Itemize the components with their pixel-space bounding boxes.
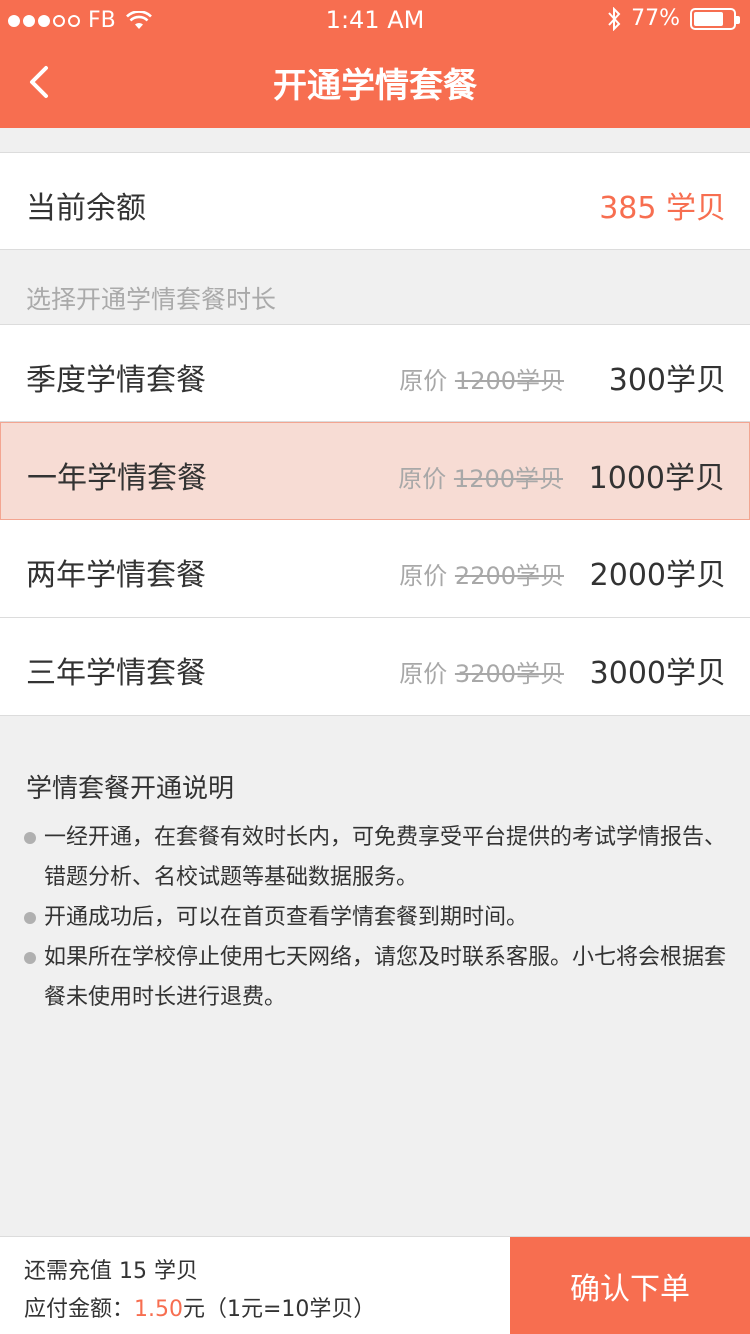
notes-title: 学情套餐开通说明 xyxy=(26,774,235,804)
note-item: 开通成功后，可以在首页查看学情套餐到期时间。 xyxy=(22,898,732,938)
plan-price: 300学贝 xyxy=(608,363,726,398)
recharge-needed-text: 还需充值 15 学贝 xyxy=(24,1259,198,1284)
header-bar: FB 1:41 AM 77% 开通学情套餐 xyxy=(0,0,750,128)
plan-price: 2000学贝 xyxy=(589,558,726,593)
plan-original-price: 原价 2200学贝 xyxy=(399,562,564,590)
plan-option-three-year[interactable]: 三年学情套餐 原价 3200学贝 3000学贝 xyxy=(0,618,750,716)
bullet-dot-icon xyxy=(24,912,36,924)
payment-amount: 应付金额：1.50元（1元=10学贝） xyxy=(24,1297,376,1322)
note-item: 如果所在学校停止使用七天网络，请您及时联系客服。小七将会根据套餐未使用时长进行退… xyxy=(22,938,732,1018)
balance-label: 当前余额 xyxy=(26,191,146,226)
balance-value: 385 学贝 xyxy=(599,191,726,226)
plan-option-two-year[interactable]: 两年学情套餐 原价 2200学贝 2000学贝 xyxy=(0,520,750,618)
page-title: 开通学情套餐 xyxy=(273,66,477,106)
plan-price: 3000学贝 xyxy=(589,656,726,691)
bullet-dot-icon xyxy=(24,952,36,964)
plan-list: 季度学情套餐 原价 1200学贝 300学贝 一年学情套餐 原价 1200学贝 … xyxy=(0,324,750,716)
notes-list: 一经开通，在套餐有效时长内，可免费享受平台提供的考试学情报告、错题分析、名校试题… xyxy=(22,818,732,1018)
plan-name: 三年学情套餐 xyxy=(26,656,206,691)
checkout-bar: 还需充值 15 学贝 应付金额：1.50元（1元=10学贝） 确认下单 xyxy=(0,1236,750,1334)
plan-original-price: 原价 1200学贝 xyxy=(398,465,563,493)
status-bar: FB 1:41 AM 77% xyxy=(0,0,750,40)
bullet-dot-icon xyxy=(24,832,36,844)
section-label: 选择开通学情套餐时长 xyxy=(26,285,277,314)
bluetooth-icon xyxy=(608,6,621,31)
plan-name: 一年学情套餐 xyxy=(27,461,207,496)
confirm-order-button[interactable]: 确认下单 xyxy=(510,1237,750,1334)
battery-icon xyxy=(690,7,740,30)
plan-option-one-year[interactable]: 一年学情套餐 原价 1200学贝 1000学贝 xyxy=(0,422,750,520)
battery-percent: 77% xyxy=(631,6,680,31)
plan-original-price: 原价 3200学贝 xyxy=(399,660,564,688)
balance-row: 当前余额 385 学贝 xyxy=(0,152,750,250)
plan-option-quarter[interactable]: 季度学情套餐 原价 1200学贝 300学贝 xyxy=(0,324,750,422)
plan-name: 季度学情套餐 xyxy=(26,363,206,398)
plan-original-price: 原价 1200学贝 xyxy=(399,367,564,395)
plan-name: 两年学情套餐 xyxy=(26,558,206,593)
plan-price: 1000学贝 xyxy=(588,461,725,496)
note-item: 一经开通，在套餐有效时长内，可免费享受平台提供的考试学情报告、错题分析、名校试题… xyxy=(22,818,732,898)
